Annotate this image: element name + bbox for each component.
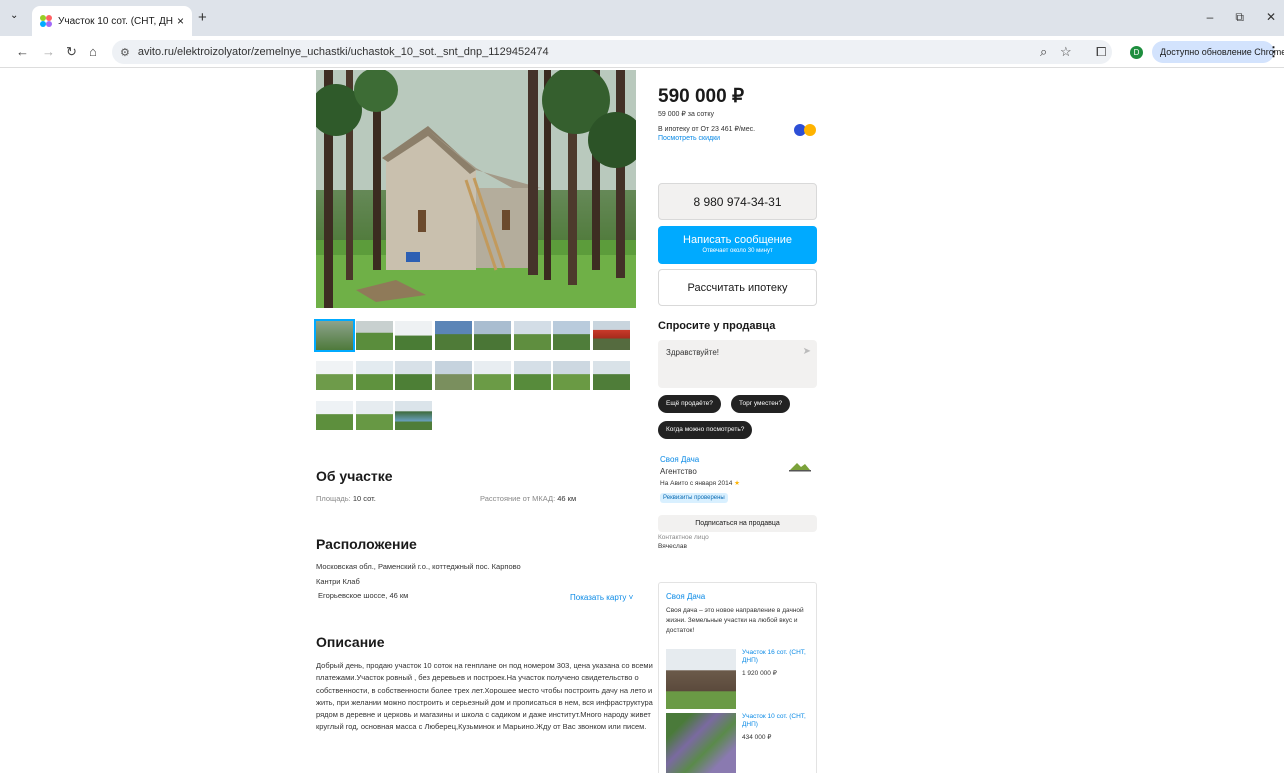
seller-logo-icon[interactable]: [789, 460, 811, 472]
seller-since: На Авито с января 2014 ★: [660, 480, 740, 487]
thumbnail[interactable]: [356, 321, 393, 350]
restore-icon[interactable]: ⧉: [1235, 10, 1244, 25]
browser-toolbar: ← → ↻ ⌂ ⚙ avito.ru/elektroizolyator/zeme…: [0, 36, 1284, 68]
area-label: Площадь:: [316, 494, 351, 503]
reload-icon[interactable]: ↻: [66, 44, 77, 60]
page-content: 590 000 ₽ 59 000 ₽ за сотку В ипотеку от…: [0, 68, 1284, 773]
back-icon[interactable]: ←: [16, 44, 29, 59]
thumbnail[interactable]: [593, 361, 630, 390]
thumbnail[interactable]: [314, 319, 355, 352]
window-close-icon[interactable]: ✕: [1266, 10, 1276, 25]
avito-favicon-icon: [40, 15, 52, 27]
shop-listing-price: 434 000 ₽: [742, 734, 772, 741]
response-time: Отвечает около 30 минут: [702, 248, 773, 254]
contact-person-label: Контактное лицо: [658, 534, 709, 541]
home-icon[interactable]: ⌂: [89, 44, 97, 59]
thumbnail[interactable]: [316, 401, 353, 430]
ask-seller-input[interactable]: Здравствуйте! ➤: [658, 340, 817, 388]
about-title: Об участке: [316, 468, 393, 484]
price: 590 000 ₽: [658, 86, 745, 107]
main-photo[interactable]: [316, 70, 636, 308]
browser-tab[interactable]: Участок 10 сот. (СНТ, ДНП) на ×: [32, 6, 192, 36]
show-map-link[interactable]: Показать карту ˅: [570, 593, 633, 602]
discounts-link[interactable]: Посмотреть скидки: [658, 135, 720, 142]
description-text: Добрый день, продаю участок 10 соток на …: [316, 661, 653, 732]
thumbnail[interactable]: [514, 321, 551, 350]
thumbnail[interactable]: [553, 321, 590, 350]
thumbnail[interactable]: [593, 321, 630, 350]
shop-listing-image: [666, 713, 736, 773]
house-photo-image: [316, 70, 636, 308]
browser-tabstrip: ⌄ Участок 10 сот. (СНТ, ДНП) на × + – ⧉ …: [0, 0, 1284, 36]
star-icon[interactable]: ☆: [1060, 44, 1072, 60]
ask-seller-title: Спросите у продавца: [658, 320, 776, 332]
profile-icon[interactable]: D: [1130, 46, 1143, 59]
shop-listing-title: Участок 16 сот. (СНТ, ДНП): [742, 649, 806, 664]
thumbnail[interactable]: [553, 361, 590, 390]
new-tab-icon[interactable]: +: [198, 10, 207, 25]
thumbnail[interactable]: [356, 361, 393, 390]
seller-name-link[interactable]: Своя Дача: [660, 455, 699, 464]
chrome-update-button[interactable]: Доступно обновление Chrome: [1152, 41, 1284, 63]
subscribe-button[interactable]: Подписаться на продавца: [658, 515, 817, 532]
address-line: Московская обл., Раменский г.о., коттедж…: [316, 562, 521, 571]
thumbnail[interactable]: [435, 321, 472, 350]
ask-seller-text: Здравствуйте!: [666, 348, 720, 357]
shop-listing-price: 1 920 000 ₽: [742, 670, 777, 677]
thumbnail[interactable]: [514, 361, 551, 390]
highway-info: Егорьевское шоссе, 46 км: [318, 591, 409, 600]
write-message-button[interactable]: Написать сообщение Отвечает около 30 мин…: [658, 226, 817, 264]
contact-person-name: Вячеслав: [658, 543, 687, 550]
distance-value: 46 км: [557, 494, 577, 503]
zoom-icon[interactable]: ⌕: [1040, 44, 1047, 60]
forward-icon[interactable]: →: [42, 44, 55, 59]
seller-type: Агентство: [660, 467, 697, 476]
shop-listing-image: [666, 649, 736, 709]
minimize-icon[interactable]: –: [1207, 10, 1214, 25]
thumbnail[interactable]: [474, 361, 511, 390]
tune-icon[interactable]: ⚙: [120, 46, 130, 59]
quick-question-chip[interactable]: Когда можно посмотреть?: [658, 421, 753, 439]
write-message-label: Написать сообщение: [683, 234, 792, 246]
quick-question-chip[interactable]: Ещё продаёте?: [658, 395, 721, 413]
description-title: Описание: [316, 634, 385, 650]
shop-description: Своя дача – это новое направление в дачн…: [666, 607, 804, 634]
url-text: avito.ru/elektroizolyator/zemelnye_uchas…: [137, 46, 549, 58]
send-icon[interactable]: ➤: [803, 346, 811, 357]
area-value: 10 сот.: [352, 494, 376, 503]
seller-shop-card: Своя Дача Своя дача – это новое направле…: [658, 582, 817, 773]
tab-title: Участок 10 сот. (СНТ, ДНП) на: [58, 15, 173, 27]
bank-logo-icon: [794, 124, 816, 136]
verified-badge: Реквизиты проверены: [660, 493, 728, 503]
thumbnail[interactable]: [316, 361, 353, 390]
menu-icon[interactable]: ⋮: [1267, 44, 1280, 60]
quick-question-chip[interactable]: Торг уместен?: [731, 395, 791, 413]
thumbnail[interactable]: [395, 401, 432, 430]
distance-label: Расстояние от МКАД:: [480, 494, 556, 503]
price-per-sotka: 59 000 ₽ за сотку: [658, 111, 714, 118]
area-info: Площадь: 10 сот.: [316, 494, 376, 503]
shop-name-link[interactable]: Своя Дача: [666, 592, 705, 601]
extensions-icon[interactable]: ⧠: [1096, 44, 1106, 60]
thumbnail[interactable]: [395, 361, 432, 390]
phone-button[interactable]: 8 980 974-34-31: [658, 183, 817, 220]
thumbnail[interactable]: [395, 321, 432, 350]
distance-info: Расстояние от МКАД: 46 км: [480, 494, 576, 503]
calc-mortgage-button[interactable]: Рассчитать ипотеку: [658, 269, 817, 306]
address-bar[interactable]: ⚙ avito.ru/elektroizolyator/zemelnye_uch…: [112, 40, 1112, 64]
location-title: Расположение: [316, 536, 417, 552]
mortgage-info: В ипотеку от От 23 461 ₽/мес.: [658, 126, 756, 133]
shop-listing-title: Участок 10 сот. (СНТ, ДНП): [742, 713, 806, 728]
close-tab-icon[interactable]: ×: [177, 14, 184, 28]
thumbnail[interactable]: [435, 361, 472, 390]
star-rating-icon: ★: [734, 480, 740, 487]
address-line: Кантри Клаб: [316, 577, 360, 586]
tab-search-icon[interactable]: ⌄: [10, 10, 18, 21]
thumbnail[interactable]: [356, 401, 393, 430]
thumbnail[interactable]: [474, 321, 511, 350]
